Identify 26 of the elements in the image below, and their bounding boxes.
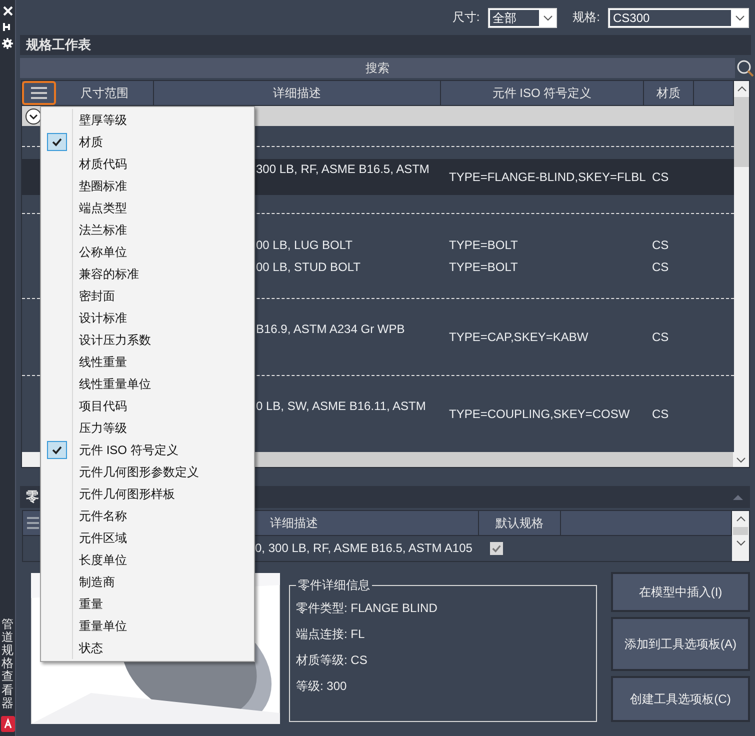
- detail-text: 等级: 300: [296, 678, 348, 695]
- section-title: 规格工作表: [20, 35, 751, 55]
- table-cell-text: B16.9, ASTM A234 Gr WPB: [256, 321, 406, 338]
- table-cell-text: 0 LB, SW, ASME B16.11, ASTM: [256, 398, 427, 415]
- table-cell-text: TYPE=BOLT: [448, 237, 519, 254]
- table-cell-text: CS: [651, 406, 670, 423]
- section-title: 零: [26, 488, 39, 506]
- table-cell-text: TYPE=CAP,SKEY=KABW: [448, 329, 590, 346]
- table-cell-text: 0, 300 LB, RF, ASME B16.5, ASTM A105: [255, 540, 474, 557]
- table-cell-text: CS: [651, 329, 670, 346]
- table-cell-text: TYPE=FLANGE-BLIND,SKEY=FLBL: [448, 169, 644, 186]
- filter-label: 规格:: [572, 9, 600, 26]
- detail-text: 零件类型: FLANGE BLIND: [296, 600, 438, 617]
- table-cell-text: CS: [651, 237, 670, 254]
- detail-text: 端点连接: FL: [296, 626, 366, 643]
- table-cell-text: TYPE=COUPLING,SKEY=COSW: [448, 406, 631, 423]
- detail-text: 材质等级: CS: [296, 652, 368, 669]
- table-cell-text: 00 LB, STUD BOLT: [256, 259, 362, 276]
- panel-title: 零件详细信息: [297, 577, 371, 594]
- filter-label: 尺寸:: [452, 9, 480, 26]
- panel-title: 管道规格查看器: [2, 618, 14, 710]
- table-cell-text: CS: [651, 259, 670, 276]
- table-cell-text: 300 LB, RF, ASME B16.5, ASTM: [256, 161, 430, 178]
- table-cell-text: CS: [651, 169, 670, 186]
- table-cell-text: TYPE=BOLT: [448, 259, 519, 276]
- table-cell-text: 00 LB, LUG BOLT: [256, 237, 354, 254]
